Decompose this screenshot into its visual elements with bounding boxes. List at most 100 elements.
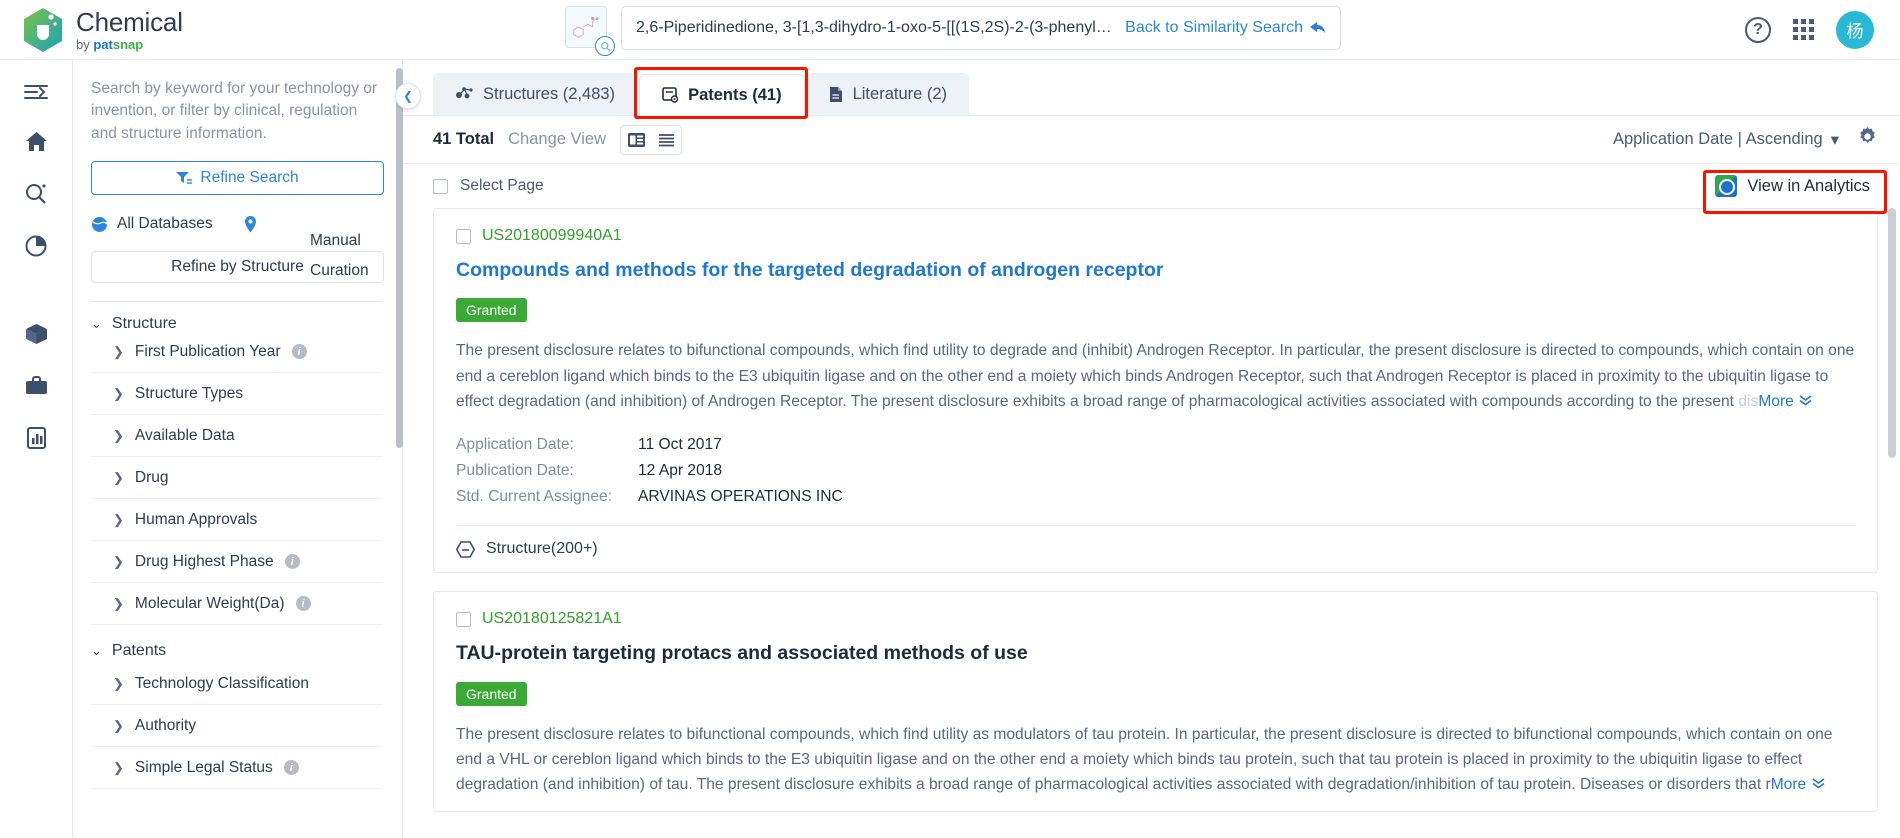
- chevron-right-icon: ❯: [113, 554, 124, 570]
- tab-structures-label: Structures (2,483): [483, 84, 616, 103]
- table-row[interactable]: US20180099940A1 Compounds and methods fo…: [433, 208, 1878, 574]
- select-page-checkbox[interactable]: [433, 178, 448, 194]
- view-in-analytics-label: View in Analytics: [1747, 176, 1870, 195]
- chevron-double-down-icon: [1812, 778, 1825, 789]
- chemical-logo-icon: [22, 7, 64, 53]
- manual-curation-label: Manual Curation: [310, 226, 385, 286]
- filter-item-label: Authority: [134, 716, 197, 734]
- filter-item-structure-types[interactable]: ❯ Structure Types: [91, 373, 382, 416]
- filter-item-available-data[interactable]: ❯ Available Data: [91, 415, 382, 458]
- filter-item-label: Molecular Weight(Da): [134, 594, 285, 612]
- results-scrollbar[interactable]: [1888, 208, 1896, 458]
- filter-item-label: Drug: [134, 468, 169, 486]
- structure-link[interactable]: Structure(200+): [456, 525, 1855, 558]
- filter-item-drug-highest-phase[interactable]: ❯ Drug Highest Phase i: [91, 541, 382, 584]
- chevron-down-icon: ⌄: [91, 643, 102, 659]
- filter-item-human-approvals[interactable]: ❯ Human Approvals: [91, 499, 382, 542]
- brand-title: Chemical: [76, 6, 183, 37]
- result-abstract: The present disclosure relates to bifunc…: [456, 722, 1855, 798]
- result-title[interactable]: Compounds and methods for the targeted d…: [456, 259, 1855, 282]
- view-toggle[interactable]: [620, 124, 682, 155]
- filter-panel-scrollbar[interactable]: [396, 68, 403, 448]
- meta-row-assignee: Std. Current Assignee: ARVINAS OPERATION…: [456, 484, 1855, 510]
- result-checkbox[interactable]: [456, 228, 471, 244]
- globe-icon: [92, 216, 108, 232]
- filter-item-simple-legal-status[interactable]: ❯ Simple Legal Status i: [91, 747, 382, 790]
- view-in-analytics-button[interactable]: View in Analytics: [1707, 171, 1878, 201]
- tab-structures[interactable]: Structures (2,483): [433, 73, 638, 115]
- patent-doc-icon: [662, 86, 679, 103]
- refine-search-label: Refine Search: [200, 169, 299, 187]
- more-link[interactable]: More: [1758, 393, 1813, 410]
- filter-item-authority[interactable]: ❯ Authority: [91, 705, 382, 748]
- sort-select[interactable]: Application Date | Ascending ▾: [1613, 130, 1839, 150]
- result-tabs: Structures (2,483) Patents (41) Literatu…: [403, 60, 1900, 116]
- card-id-row: US20180125821A1: [456, 610, 1855, 628]
- tab-literature[interactable]: Literature (2): [806, 73, 970, 115]
- filter-item-label: Drug Highest Phase: [134, 552, 274, 570]
- pie-chart-icon[interactable]: [24, 234, 49, 258]
- brand-logo[interactable]: Chemical by patsnap: [0, 7, 330, 53]
- tab-patents[interactable]: Patents (41): [639, 74, 805, 116]
- tab-patents-label: Patents (41): [688, 85, 782, 104]
- chevron-right-icon: ❯: [113, 718, 124, 734]
- box-icon[interactable]: [24, 322, 49, 346]
- publication-id[interactable]: US20180125821A1: [482, 610, 622, 628]
- card-view-icon[interactable]: [621, 125, 651, 154]
- search-icon[interactable]: [24, 182, 49, 206]
- info-icon[interactable]: i: [295, 596, 311, 612]
- location-pin-icon: [244, 215, 256, 233]
- apps-grid-icon[interactable]: [1793, 19, 1814, 40]
- menu-arrow-icon[interactable]: [23, 82, 49, 102]
- result-checkbox[interactable]: [456, 611, 471, 627]
- help-icon[interactable]: ?: [1745, 16, 1771, 43]
- filter-item-first-publication-year[interactable]: ❯ First Publication Year i: [91, 331, 382, 374]
- filter-item-molecular-weight[interactable]: ❯ Molecular Weight(Da) i: [91, 583, 382, 626]
- info-icon[interactable]: i: [283, 760, 299, 776]
- report-icon[interactable]: [24, 426, 49, 450]
- filter-item-technology-classification[interactable]: ❯ Technology Classification: [91, 663, 382, 706]
- back-to-similarity-search-link[interactable]: Back to Similarity Search: [1125, 19, 1326, 37]
- abstract-text: The present disclosure relates to bifunc…: [456, 725, 1833, 794]
- chevron-right-icon: ❯: [113, 470, 124, 486]
- change-view-label[interactable]: Change View: [508, 130, 606, 149]
- filter-item-label: Simple Legal Status: [134, 758, 273, 776]
- results-column: Structures (2,483) Patents (41) Literatu…: [403, 60, 1900, 838]
- brand-pat: pat: [93, 36, 113, 52]
- briefcase-icon[interactable]: [24, 374, 49, 398]
- filter-item-drug[interactable]: ❯ Drug: [91, 457, 382, 500]
- structure-thumbnail[interactable]: [565, 6, 615, 56]
- filter-group-patents[interactable]: ⌄ Patents: [91, 633, 382, 663]
- more-link[interactable]: More: [1771, 776, 1826, 793]
- avatar[interactable]: 杨: [1836, 10, 1874, 49]
- hexagon-structure-icon: [456, 540, 475, 558]
- meta-row-publication-date: Publication Date: 12 Apr 2018: [456, 458, 1855, 484]
- info-icon[interactable]: i: [284, 554, 300, 570]
- result-title[interactable]: TAU-protein targeting protacs and associ…: [456, 642, 1855, 665]
- magnifier-icon[interactable]: [595, 36, 615, 56]
- search-bar[interactable]: 2,6-Piperidinedione, 3-[1,3-dihydro-1-ox…: [621, 6, 1341, 50]
- search-input[interactable]: 2,6-Piperidinedione, 3-[1,3-dihydro-1-ox…: [636, 19, 1115, 37]
- list-view-icon[interactable]: [651, 126, 681, 154]
- body: Search by keyword for your technology or…: [0, 60, 1900, 838]
- all-databases-label: All Databases: [117, 215, 213, 233]
- chevron-right-icon: ❯: [113, 760, 124, 776]
- chevron-double-down-icon: [1799, 395, 1812, 406]
- structure-label: Structure(200+): [486, 540, 598, 558]
- back-link-label: Back to Similarity Search: [1125, 19, 1303, 36]
- publication-id[interactable]: US20180099940A1: [482, 227, 622, 245]
- tab-literature-label: Literature (2): [852, 84, 948, 103]
- home-icon[interactable]: [24, 130, 49, 154]
- chevron-right-icon: ❯: [113, 428, 124, 444]
- more-label: More: [1770, 776, 1807, 794]
- table-row[interactable]: US20180125821A1 TAU-protein targeting pr…: [433, 591, 1878, 813]
- filter-group-structure-label: Structure: [111, 314, 177, 332]
- collapse-panel-button[interactable]: ❮: [395, 83, 421, 109]
- back-arrow-icon: [1310, 22, 1325, 33]
- literature-doc-icon: [829, 86, 842, 102]
- gear-icon[interactable]: [1857, 126, 1878, 153]
- filter-group-structure[interactable]: ⌄ Structure: [91, 301, 382, 332]
- meta-value: 11 Oct 2017: [638, 436, 722, 454]
- refine-search-button[interactable]: Refine Search: [91, 161, 384, 196]
- info-icon[interactable]: i: [291, 344, 307, 360]
